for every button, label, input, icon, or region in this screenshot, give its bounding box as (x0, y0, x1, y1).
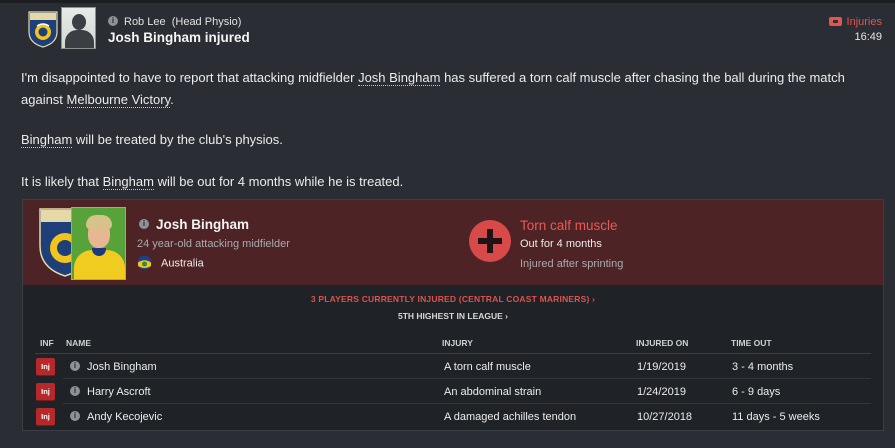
row-injured-on: 1/19/2019 (637, 361, 686, 373)
injury-title: Torn calf muscle (520, 218, 618, 233)
row-injured-on: 10/27/2018 (637, 411, 693, 423)
row-time-out: 6 - 9 days (732, 386, 781, 398)
injury-badge[interactable]: Inj (36, 358, 55, 376)
message-time: 16:49 (854, 31, 882, 43)
message-paragraph-1: I'm disappointed to have to report that … (21, 67, 881, 111)
table-row[interactable]: Inj i Josh Bingham A torn calf muscle 1/1… (23, 354, 883, 379)
category-label: Injuries (846, 16, 882, 28)
player-nation[interactable]: Australia (137, 255, 204, 270)
player-name-cell[interactable]: Andy Kecojevic (87, 411, 162, 423)
col-header-injury[interactable]: INJURY (442, 338, 473, 348)
text-fragment: will be treated by the club's physios. (72, 132, 283, 147)
injury-panel: i Josh Bingham 24 year-old attacking midf… (22, 199, 884, 431)
sender-role: (Head Physio) (171, 16, 242, 28)
player-photo[interactable] (71, 207, 126, 280)
row-time-out: 3 - 4 months (732, 361, 794, 373)
category-tag[interactable]: Injuries (828, 16, 882, 28)
info-icon[interactable]: i (139, 219, 149, 230)
top-bar (0, 0, 895, 3)
message-paragraph-2: Bingham will be treated by the club's ph… (21, 129, 881, 151)
opponent-link[interactable]: Melbourne Victory (66, 92, 171, 108)
player-name[interactable]: i Josh Bingham (139, 217, 249, 232)
sender-avatar[interactable] (61, 7, 96, 49)
row-time-out: 11 days - 5 weeks (732, 411, 820, 423)
row-injury: A damaged achilles tendon (444, 411, 577, 423)
injury-duration: Out for 4 months (520, 238, 602, 250)
message-title: Josh Bingham injured (108, 30, 250, 45)
text-fragment: It is likely that (21, 174, 103, 189)
info-icon[interactable]: i (108, 16, 118, 27)
nation-label[interactable]: Australia (161, 257, 204, 269)
text-fragment: . (170, 92, 174, 107)
injury-cause: Injured after sprinting (520, 258, 624, 270)
col-header-inf[interactable]: INF (40, 338, 54, 348)
australia-flag-icon (137, 255, 152, 270)
row-name[interactable]: i Harry Ascroft (70, 386, 151, 398)
row-name[interactable]: i Andy Kecojevic (70, 411, 162, 423)
sender-line: i Rob Lee (Head Physio) (108, 16, 241, 28)
red-cross-icon (469, 220, 511, 262)
info-icon[interactable]: i (70, 361, 80, 372)
player-name-label[interactable]: Josh Bingham (156, 217, 249, 232)
info-icon[interactable]: i (70, 386, 80, 397)
club-crest-icon[interactable] (27, 10, 59, 48)
table-row[interactable]: Inj i Andy Kecojevic A damaged achilles t… (23, 404, 883, 429)
col-header-time-out[interactable]: TIME OUT (731, 338, 772, 348)
row-injury: An abdominal strain (444, 386, 542, 398)
sender-name[interactable]: Rob Lee (124, 16, 166, 28)
league-rank-link[interactable]: 5TH HIGHEST IN LEAGUE › (23, 311, 883, 321)
injury-badge[interactable]: Inj (36, 408, 55, 426)
injured-players-link[interactable]: 3 PLAYERS CURRENTLY INJURED (CENTRAL COA… (23, 294, 883, 304)
player-name-cell[interactable]: Josh Bingham (87, 361, 157, 373)
injury-card: i Josh Bingham 24 year-old attacking midf… (23, 200, 883, 285)
player-link[interactable]: Bingham (21, 132, 73, 148)
row-injury: A torn calf muscle (444, 361, 531, 373)
row-name[interactable]: i Josh Bingham (70, 361, 157, 373)
table-row[interactable]: Inj i Harry Ascroft An abdominal strain 1… (23, 379, 883, 404)
text-fragment: I'm disappointed to have to report that … (21, 70, 359, 85)
row-injured-on: 1/24/2019 (637, 386, 686, 398)
player-link[interactable]: Bingham (102, 174, 154, 190)
player-link[interactable]: Josh Bingham (358, 70, 441, 86)
tag-icon (828, 16, 842, 26)
text-fragment: will be out for 4 months while he is tre… (153, 174, 404, 189)
injury-badge[interactable]: Inj (36, 383, 55, 401)
message-paragraph-3: It is likely that Bingham will be out fo… (21, 171, 881, 193)
col-header-injured-on[interactable]: INJURED ON (636, 338, 688, 348)
player-description: 24 year-old attacking midfielder (137, 238, 290, 250)
info-icon[interactable]: i (70, 411, 80, 422)
player-name-cell[interactable]: Harry Ascroft (87, 386, 151, 398)
col-header-name[interactable]: NAME (66, 338, 91, 348)
